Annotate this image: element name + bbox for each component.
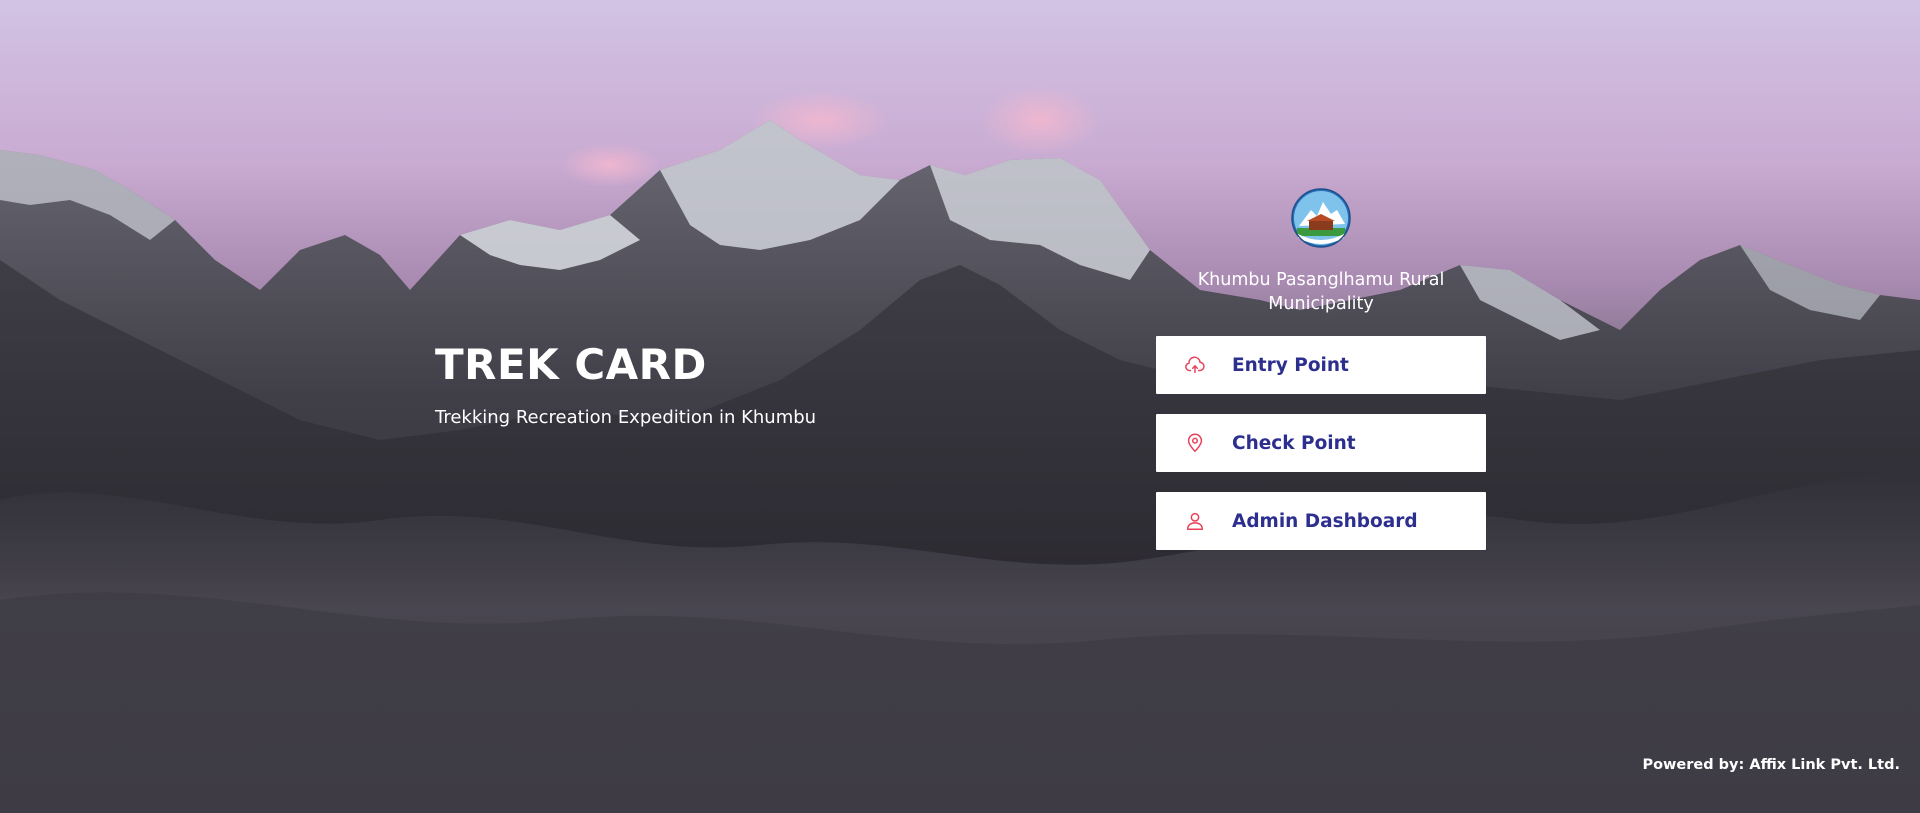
app-title: TREK CARD [435,340,707,389]
cloud-upload-icon [1184,354,1206,376]
mountain-background-image [0,0,1920,813]
brand-block: TREK CARD Trekking Recreation Expedition… [435,340,816,428]
powered-by-footer: Powered by: Affix Link Pvt. Ltd. [1642,757,1900,773]
entry-point-button[interactable]: Entry Point [1156,336,1486,394]
user-icon [1184,510,1206,532]
entry-point-label: Entry Point [1232,354,1349,376]
admin-dashboard-label: Admin Dashboard [1232,510,1418,532]
check-point-button[interactable]: Check Point [1156,414,1486,472]
municipality-name: Khumbu Pasanglhamu Rural Municipality [1197,270,1445,314]
municipality-emblem-icon [1291,188,1351,248]
login-panel: Khumbu Pasanglhamu Rural Municipality En… [1156,188,1486,550]
admin-dashboard-button[interactable]: Admin Dashboard [1156,492,1486,550]
check-point-label: Check Point [1232,432,1356,454]
app-subtitle: Trekking Recreation Expedition in Khumbu [435,407,817,428]
map-pin-icon [1184,432,1206,454]
hero-background: TREK CARD Trekking Recreation Expedition… [0,0,1920,813]
